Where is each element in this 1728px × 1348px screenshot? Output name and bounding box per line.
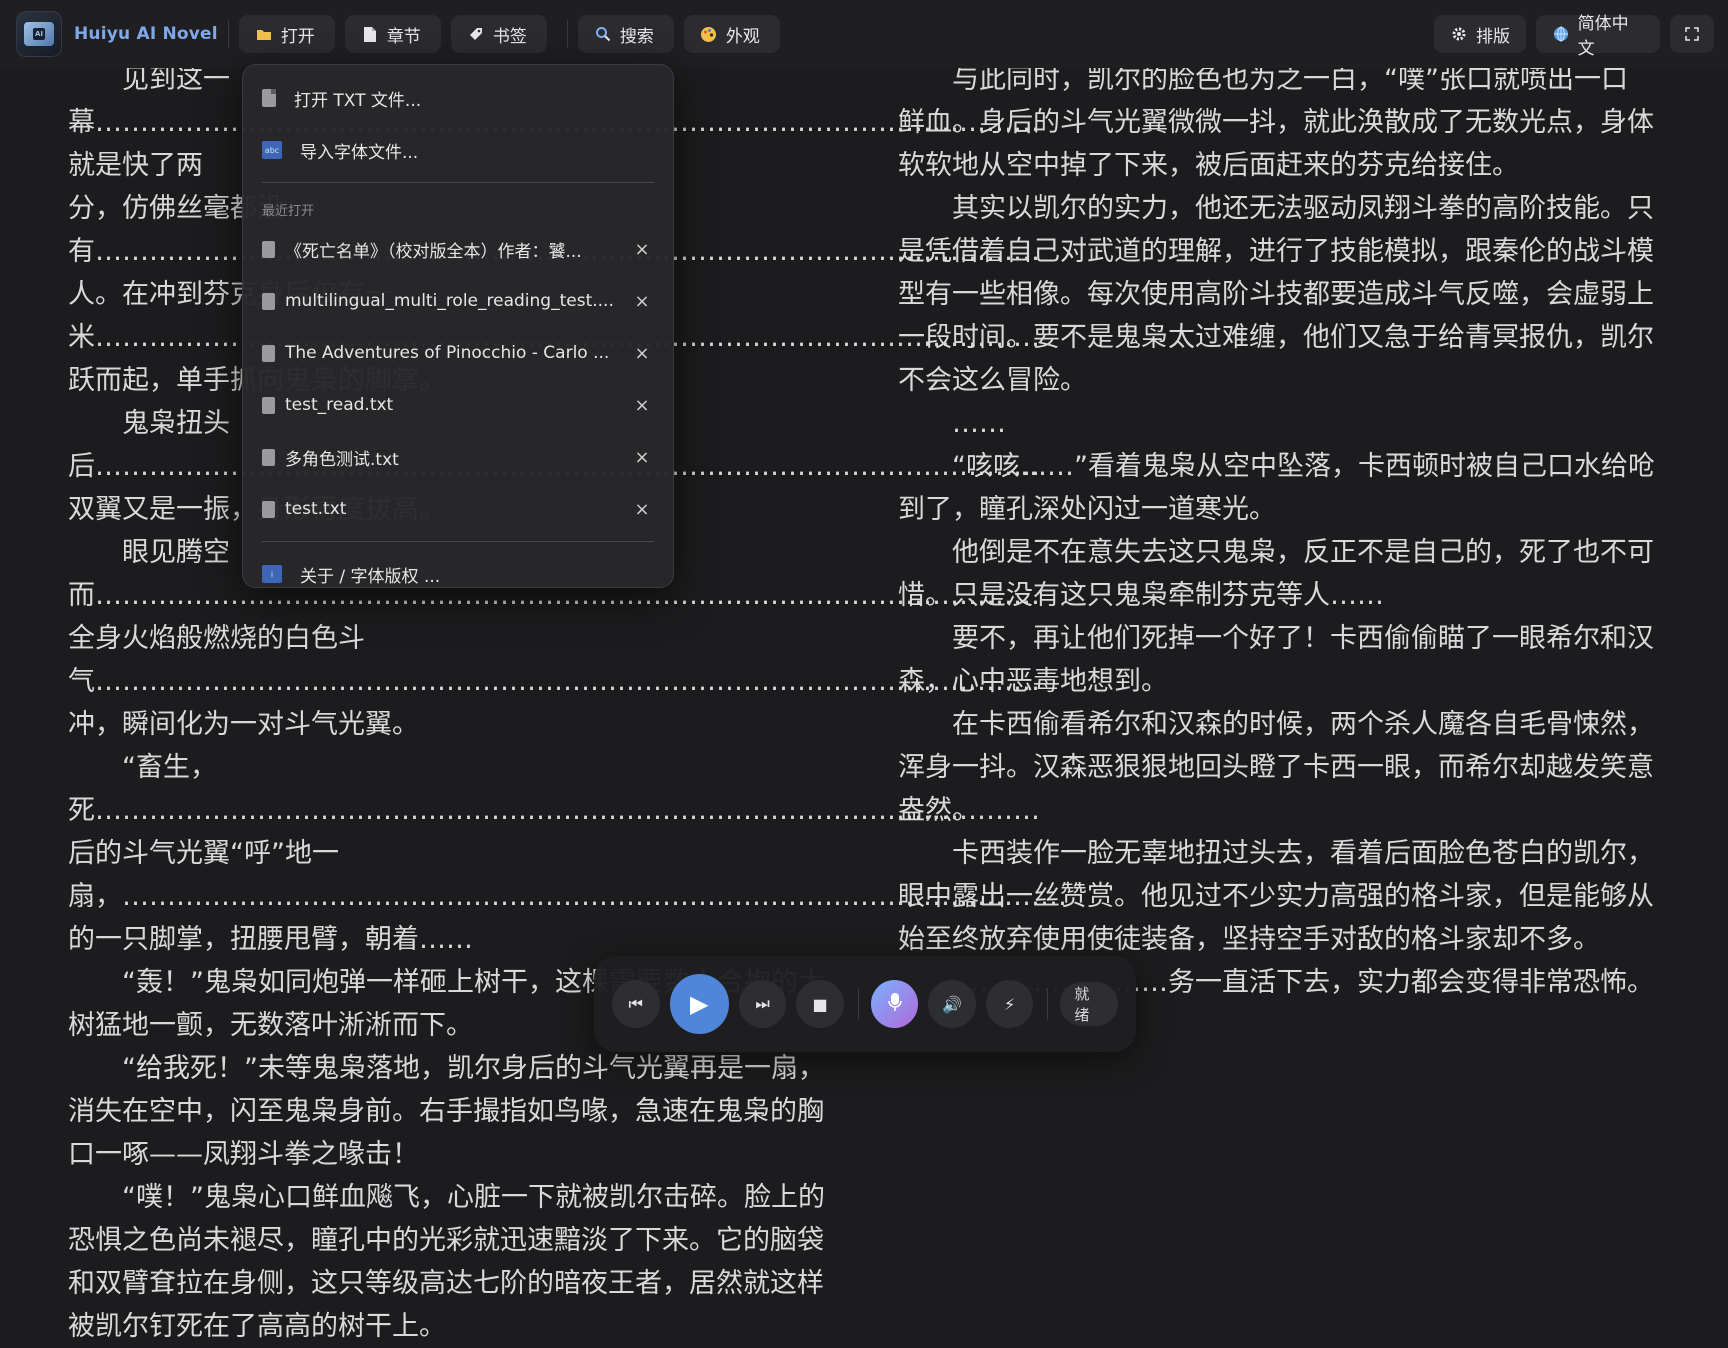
recent-file-name: test_read.txt bbox=[285, 395, 394, 415]
remove-recent-icon[interactable]: × bbox=[630, 447, 654, 468]
remove-recent-icon[interactable]: × bbox=[630, 239, 654, 260]
language-button-label: 简体中文 bbox=[1577, 14, 1629, 59]
recent-file-item[interactable]: The Adventures of Pinocchio - Carlo ... … bbox=[254, 327, 662, 379]
paragraph: 要不，再让他们死掉一个好了！卡西偷偷瞄了一眼希尔和汉森，心中恶毒地想到。 bbox=[898, 623, 1654, 697]
paragraph: 在卡西偷看希尔和汉森的时候，两个杀人魔各自毛骨悚然，浑身一抖。汉森恶狠狠地回头瞪… bbox=[898, 709, 1654, 826]
file-icon bbox=[262, 448, 275, 466]
font-file-icon: abc bbox=[262, 141, 282, 159]
about-label: 关于 / 字体版权 ... bbox=[300, 566, 441, 587]
paragraph: “咳咳……”看着鬼枭从空中坠落，卡西顿时被自己口水给呛到了，瞳孔深处闪过一道寒光… bbox=[898, 451, 1655, 525]
skip-previous-icon: ⏮ bbox=[628, 994, 643, 1013]
recent-file-item[interactable]: test_read.txt × bbox=[254, 379, 662, 431]
remove-recent-icon[interactable]: × bbox=[630, 395, 654, 416]
palette-icon bbox=[700, 25, 718, 43]
fullscreen-button[interactable] bbox=[1670, 15, 1714, 53]
chapter-button[interactable]: 章节 bbox=[344, 15, 441, 53]
paragraph: 他倒是不在意失去这只鬼枭，反正不是自己的，死了也不可惜。只是没有这只鬼枭牵制芬克… bbox=[898, 537, 1654, 611]
info-icon: i bbox=[262, 565, 282, 583]
paragraph: 卡西装作一脸无辜地扭过头去，看着后面脸色苍白的凯尔，眼中露出一丝赞赏。他见过不少… bbox=[898, 838, 1654, 955]
recent-file-item[interactable]: 《死亡名单》（校对版全本）作者：饕... × bbox=[254, 223, 662, 275]
paragraph: …… bbox=[952, 408, 1006, 439]
menu-divider bbox=[262, 182, 654, 183]
remove-recent-icon[interactable]: × bbox=[630, 343, 654, 364]
tag-icon bbox=[467, 25, 485, 43]
recent-file-name: multilingual_multi_role_reading_test.... bbox=[285, 291, 614, 311]
globe-icon bbox=[1552, 25, 1570, 43]
remove-recent-icon[interactable]: × bbox=[630, 291, 654, 312]
file-icon bbox=[262, 500, 275, 518]
status-badge: 就绪 bbox=[1060, 982, 1119, 1026]
open-menu: 打开 TXT 文件... abc 导入字体文件... 最近打开 《死亡名单》（校… bbox=[242, 64, 674, 588]
open-button-label: 打开 bbox=[280, 26, 315, 47]
appearance-button-label: 外观 bbox=[725, 26, 760, 47]
top-toolbar: AI Huiyu AI Novel 打开 章节 书签 搜索 外观 排版 简体中文 bbox=[0, 0, 1728, 68]
file-icon bbox=[262, 396, 275, 414]
app-logo: AI bbox=[16, 11, 62, 57]
remove-recent-icon[interactable]: × bbox=[630, 499, 654, 520]
gear-icon bbox=[1450, 25, 1468, 43]
player-divider bbox=[1047, 988, 1049, 1020]
menu-divider bbox=[262, 541, 654, 542]
language-button[interactable]: 简体中文 bbox=[1536, 14, 1660, 59]
search-button-label: 搜索 bbox=[619, 26, 654, 47]
book-icon: AI bbox=[24, 22, 54, 46]
open-txt-label: 打开 TXT 文件... bbox=[294, 90, 422, 111]
recent-section-header: 最近打开 bbox=[262, 204, 315, 219]
import-font-label: 导入字体文件... bbox=[300, 142, 419, 163]
layout-button-label: 排版 bbox=[1476, 26, 1510, 47]
lightning-icon: ⚡ bbox=[1003, 994, 1016, 1014]
recent-file-item[interactable]: multilingual_multi_role_reading_test....… bbox=[254, 275, 662, 327]
search-icon bbox=[594, 25, 612, 43]
play-button[interactable]: ▶ bbox=[669, 974, 729, 1034]
open-txt-menu-item[interactable]: 打开 TXT 文件... bbox=[254, 72, 662, 124]
previous-button[interactable]: ⏮ bbox=[612, 980, 660, 1028]
app-title: Huiyu AI Novel bbox=[74, 24, 218, 44]
recent-file-item[interactable]: 多角色测试.txt × bbox=[254, 431, 662, 483]
paragraph: 其实以凯尔的实力，他还无法驱动凤翔斗拳的高阶技能。只是凭借着自己对武道的理解，进… bbox=[898, 193, 1654, 396]
chapter-button-label: 章节 bbox=[386, 26, 421, 47]
search-button[interactable]: 搜索 bbox=[577, 15, 674, 53]
open-button[interactable]: 打开 bbox=[238, 15, 335, 53]
next-button[interactable]: ⏭ bbox=[738, 980, 787, 1028]
appearance-button[interactable]: 外观 bbox=[683, 15, 780, 53]
bookmark-button[interactable]: 书签 bbox=[450, 15, 547, 53]
microphone-icon bbox=[887, 992, 903, 1016]
speed-button[interactable]: ⚡ bbox=[985, 980, 1034, 1028]
volume-icon: 🔊 bbox=[942, 994, 963, 1014]
bookmark-button-label: 书签 bbox=[492, 26, 527, 47]
recent-file-name: test.txt bbox=[285, 499, 347, 519]
import-font-menu-item[interactable]: abc 导入字体文件... bbox=[254, 124, 662, 176]
file-icon bbox=[262, 344, 275, 362]
player-divider bbox=[857, 988, 859, 1020]
play-icon: ▶ bbox=[689, 990, 709, 1018]
file-icon bbox=[262, 89, 276, 107]
recent-file-name: 《死亡名单》（校对版全本）作者：饕... bbox=[285, 241, 582, 262]
about-menu-item[interactable]: i 关于 / 字体版权 ... bbox=[254, 548, 662, 600]
layout-button[interactable]: 排版 bbox=[1434, 15, 1526, 53]
recent-file-name: The Adventures of Pinocchio - Carlo ... bbox=[285, 343, 610, 363]
fullscreen-icon bbox=[1683, 25, 1701, 43]
toolbar-divider bbox=[566, 20, 568, 48]
stop-button[interactable]: ■ bbox=[796, 980, 844, 1028]
folder-icon bbox=[255, 25, 273, 43]
tts-player-bar: ⏮ ▶ ⏭ ■ 🔊 ⚡ 就绪 bbox=[594, 956, 1136, 1052]
document-icon bbox=[361, 25, 379, 43]
file-icon bbox=[262, 292, 275, 310]
paragraph: “噗！”鬼枭心口鲜血飚飞，心脏一下就被凯尔击碎。脸上的恐惧之色尚未褪尽，瞳孔中的… bbox=[68, 1182, 825, 1342]
paragraph: “畜生，死……………………………………………………………………………………………… bbox=[68, 752, 1067, 955]
paragraph: “给我死！”未等鬼枭落地，凯尔身后的斗气光翼再是一扇，消失在空中，闪至鬼枭身前。… bbox=[68, 1053, 825, 1170]
stop-icon: ■ bbox=[812, 994, 828, 1014]
volume-button[interactable]: 🔊 bbox=[928, 980, 976, 1028]
recent-file-name: 多角色测试.txt bbox=[285, 449, 399, 470]
skip-next-icon: ⏭ bbox=[755, 994, 770, 1013]
reader-page-right: 与此同时，凯尔的脸色也为之一白，“噗”张口就喷出一口 鲜血。身后的斗气光翼微微一… bbox=[898, 58, 1660, 1004]
paragraph: 鲜血。身后的斗气光翼微微一抖，就此涣散成了无数光点，身体软软地从空中掉了下来，被… bbox=[898, 107, 1654, 181]
toolbar-divider bbox=[227, 20, 229, 48]
recent-file-item[interactable]: test.txt × bbox=[254, 483, 662, 535]
voice-button[interactable] bbox=[870, 980, 919, 1028]
file-icon bbox=[262, 240, 275, 258]
